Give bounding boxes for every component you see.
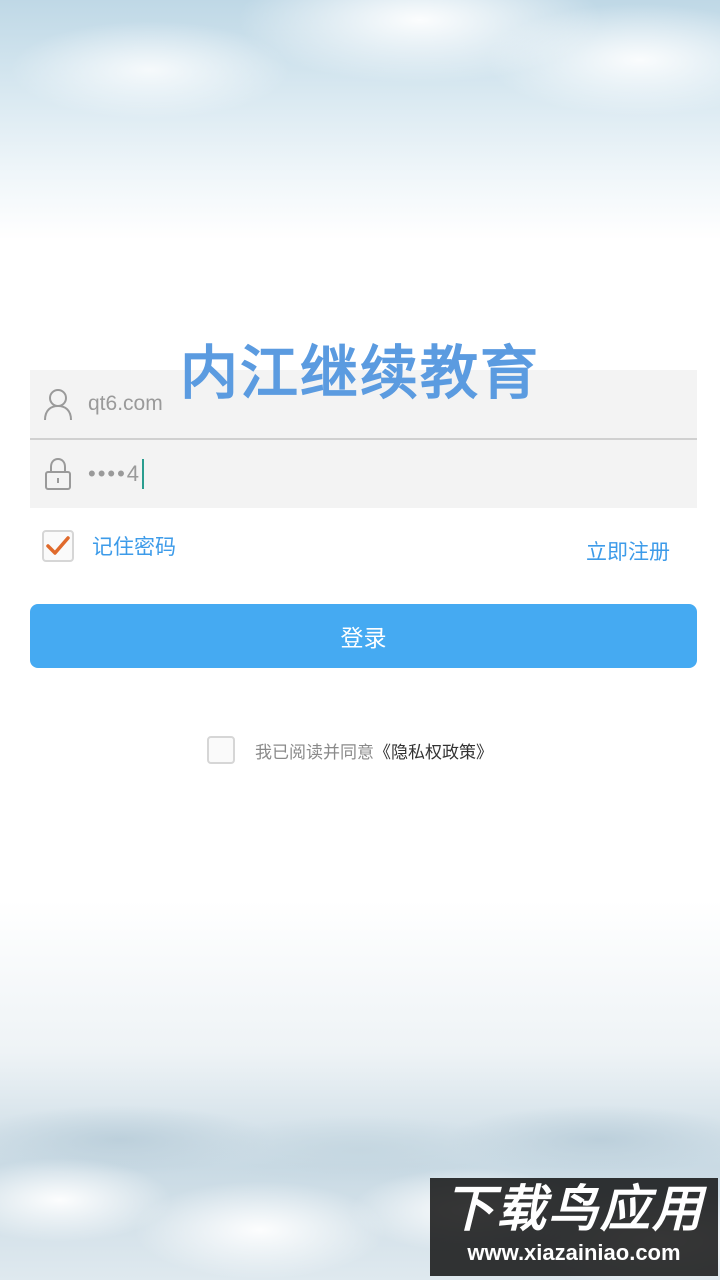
agreement-checkbox[interactable]	[207, 736, 235, 764]
remember-password[interactable]: 记住密码	[42, 530, 176, 562]
sky-background-top	[0, 0, 720, 240]
text-cursor	[142, 459, 145, 489]
privacy-policy-link[interactable]: 《隐私权政策》	[374, 738, 493, 763]
watermark: 下载鸟应用 www.xiazainiao.com	[430, 1178, 718, 1276]
lock-icon	[32, 440, 84, 508]
password-field[interactable]: ••••4	[30, 440, 697, 508]
agreement-text: 我已阅读并同意	[255, 742, 374, 763]
register-link[interactable]: 立即注册	[586, 536, 670, 566]
remember-label: 记住密码	[92, 535, 176, 559]
watermark-title: 下载鸟应用	[444, 1180, 704, 1238]
watermark-url: www.xiazainiao.com	[467, 1240, 681, 1265]
password-value: ••••4	[88, 461, 142, 486]
remember-checkbox[interactable]	[42, 530, 74, 562]
login-button[interactable]: 登录	[30, 604, 697, 668]
checkmark-icon	[46, 536, 70, 555]
privacy-agreement[interactable]: 我已阅读并同意 《隐私权政策》	[207, 736, 493, 764]
app-title: 内江继续教育	[179, 339, 540, 407]
